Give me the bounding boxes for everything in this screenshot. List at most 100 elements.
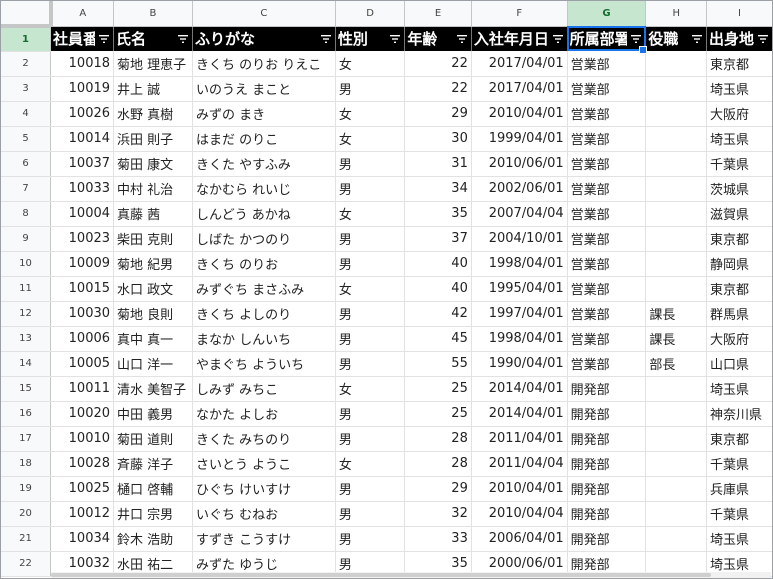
cell-employee-id[interactable]: 10020 xyxy=(50,401,115,427)
row-header[interactable]: 1 xyxy=(1,26,51,52)
cell-position[interactable] xyxy=(645,126,708,152)
cell-gender[interactable]: 男 xyxy=(335,526,406,552)
cell-birthplace[interactable]: 大阪府 xyxy=(706,326,773,352)
cell-department[interactable]: 開発部 xyxy=(567,501,647,527)
cell-furigana[interactable]: しばた かつのり xyxy=(192,226,336,252)
cell-birthplace[interactable]: 茨城県 xyxy=(706,176,773,202)
cell-name[interactable]: 中田 義男 xyxy=(113,401,193,427)
cell-name[interactable]: 水口 政文 xyxy=(113,276,193,302)
cell-gender[interactable]: 女 xyxy=(335,51,406,77)
row-header[interactable]: 15 xyxy=(1,376,51,402)
cell-position[interactable] xyxy=(645,501,708,527)
cell-furigana[interactable]: ひぐち けいすけ xyxy=(192,476,336,502)
cell-department[interactable]: 営業部 xyxy=(567,51,647,77)
cell-age[interactable]: 29 xyxy=(404,101,472,127)
row-header[interactable]: 9 xyxy=(1,226,51,252)
header-cell-department[interactable]: 所属部署 xyxy=(567,26,647,51)
cell-join-date[interactable]: 2011/04/01 xyxy=(471,426,568,452)
cell-employee-id[interactable]: 10006 xyxy=(50,326,115,352)
cell-join-date[interactable]: 2014/04/01 xyxy=(471,376,568,402)
cell-employee-id[interactable]: 10025 xyxy=(50,476,115,502)
cell-position[interactable] xyxy=(645,151,708,177)
cell-name[interactable]: 菊地 良則 xyxy=(113,301,193,327)
cell-position[interactable] xyxy=(645,226,708,252)
cell-name[interactable]: 斉藤 洋子 xyxy=(113,451,193,477)
cell-join-date[interactable]: 2011/04/04 xyxy=(471,451,568,477)
cell-name[interactable]: 鈴木 浩助 xyxy=(113,526,193,552)
filter-icon[interactable] xyxy=(177,33,189,45)
row-header[interactable]: 5 xyxy=(1,126,51,152)
cell-position[interactable] xyxy=(645,401,708,427)
cell-birthplace[interactable]: 静岡県 xyxy=(706,251,773,277)
header-cell-birthplace[interactable]: 出身地 xyxy=(706,26,773,51)
cell-employee-id[interactable]: 10034 xyxy=(50,526,115,552)
cell-furigana[interactable]: いのうえ まこと xyxy=(192,76,336,102)
cell-name[interactable]: 真藤 茜 xyxy=(113,201,193,227)
cell-name[interactable]: 菊地 紀男 xyxy=(113,251,193,277)
filter-icon[interactable] xyxy=(691,33,703,45)
select-all-corner[interactable] xyxy=(1,1,53,28)
cell-join-date[interactable]: 1995/04/01 xyxy=(471,276,568,302)
cell-age[interactable]: 30 xyxy=(404,126,472,152)
cell-join-date[interactable]: 2007/04/04 xyxy=(471,201,568,227)
cell-employee-id[interactable]: 10018 xyxy=(50,51,115,77)
cell-gender[interactable]: 男 xyxy=(335,426,406,452)
cell-age[interactable]: 40 xyxy=(404,251,472,277)
column-header-c[interactable]: C xyxy=(192,1,336,27)
cell-birthplace[interactable]: 東京都 xyxy=(706,426,773,452)
column-header-f[interactable]: F xyxy=(471,1,568,27)
cell-birthplace[interactable]: 埼玉県 xyxy=(706,126,773,152)
column-header-b[interactable]: B xyxy=(113,1,193,27)
cell-gender[interactable]: 男 xyxy=(335,501,406,527)
cell-name[interactable]: 井口 宗男 xyxy=(113,501,193,527)
cell-birthplace[interactable]: 山口県 xyxy=(706,351,773,377)
row-header[interactable]: 18 xyxy=(1,451,51,477)
header-cell-join-date[interactable]: 入社年月日 xyxy=(471,26,568,51)
cell-age[interactable]: 45 xyxy=(404,326,472,352)
cell-position[interactable] xyxy=(645,451,708,477)
cell-position[interactable] xyxy=(645,426,708,452)
cell-furigana[interactable]: しみず みちこ xyxy=(192,376,336,402)
cell-furigana[interactable]: みずの まき xyxy=(192,101,336,127)
cell-department[interactable]: 営業部 xyxy=(567,226,647,252)
cell-gender[interactable]: 女 xyxy=(335,201,406,227)
row-header[interactable]: 20 xyxy=(1,501,51,527)
cell-name[interactable]: 柴田 克則 xyxy=(113,226,193,252)
cell-employee-id[interactable]: 10014 xyxy=(50,126,115,152)
cell-join-date[interactable]: 2010/04/01 xyxy=(471,476,568,502)
cell-department[interactable]: 営業部 xyxy=(567,201,647,227)
cell-join-date[interactable]: 1990/04/01 xyxy=(471,351,568,377)
row-header[interactable]: 19 xyxy=(1,476,51,502)
cell-join-date[interactable]: 2010/06/01 xyxy=(471,151,568,177)
filter-icon[interactable] xyxy=(630,33,642,45)
row-header[interactable]: 22 xyxy=(1,551,51,577)
cell-age[interactable]: 25 xyxy=(404,401,472,427)
cell-name[interactable]: 菊田 康文 xyxy=(113,151,193,177)
cell-name[interactable]: 中村 礼治 xyxy=(113,176,193,202)
cell-employee-id[interactable]: 10010 xyxy=(50,426,115,452)
cell-birthplace[interactable]: 埼玉県 xyxy=(706,76,773,102)
row-header[interactable]: 4 xyxy=(1,101,51,127)
cell-position[interactable] xyxy=(645,101,708,127)
cell-gender[interactable]: 男 xyxy=(335,251,406,277)
cell-join-date[interactable]: 1999/04/01 xyxy=(471,126,568,152)
cell-position[interactable]: 課長 xyxy=(645,301,708,327)
cell-name[interactable]: 水野 真樹 xyxy=(113,101,193,127)
cell-employee-id[interactable]: 10019 xyxy=(50,76,115,102)
cell-department[interactable]: 開発部 xyxy=(567,451,647,477)
cell-department[interactable]: 営業部 xyxy=(567,301,647,327)
cell-department[interactable]: 営業部 xyxy=(567,76,647,102)
cell-birthplace[interactable]: 埼玉県 xyxy=(706,526,773,552)
cell-birthplace[interactable]: 大阪府 xyxy=(706,101,773,127)
cell-join-date[interactable]: 2006/04/01 xyxy=(471,526,568,552)
cell-gender[interactable]: 男 xyxy=(335,226,406,252)
header-cell-furigana[interactable]: ふりがな xyxy=(192,26,336,51)
cell-department[interactable]: 営業部 xyxy=(567,126,647,152)
column-header-i[interactable]: I xyxy=(706,1,773,27)
cell-join-date[interactable]: 2004/10/01 xyxy=(471,226,568,252)
row-header[interactable]: 2 xyxy=(1,51,51,77)
cell-name[interactable]: 山口 洋一 xyxy=(113,351,193,377)
cell-employee-id[interactable]: 10015 xyxy=(50,276,115,302)
cell-join-date[interactable]: 1998/04/01 xyxy=(471,326,568,352)
cell-age[interactable]: 25 xyxy=(404,376,472,402)
